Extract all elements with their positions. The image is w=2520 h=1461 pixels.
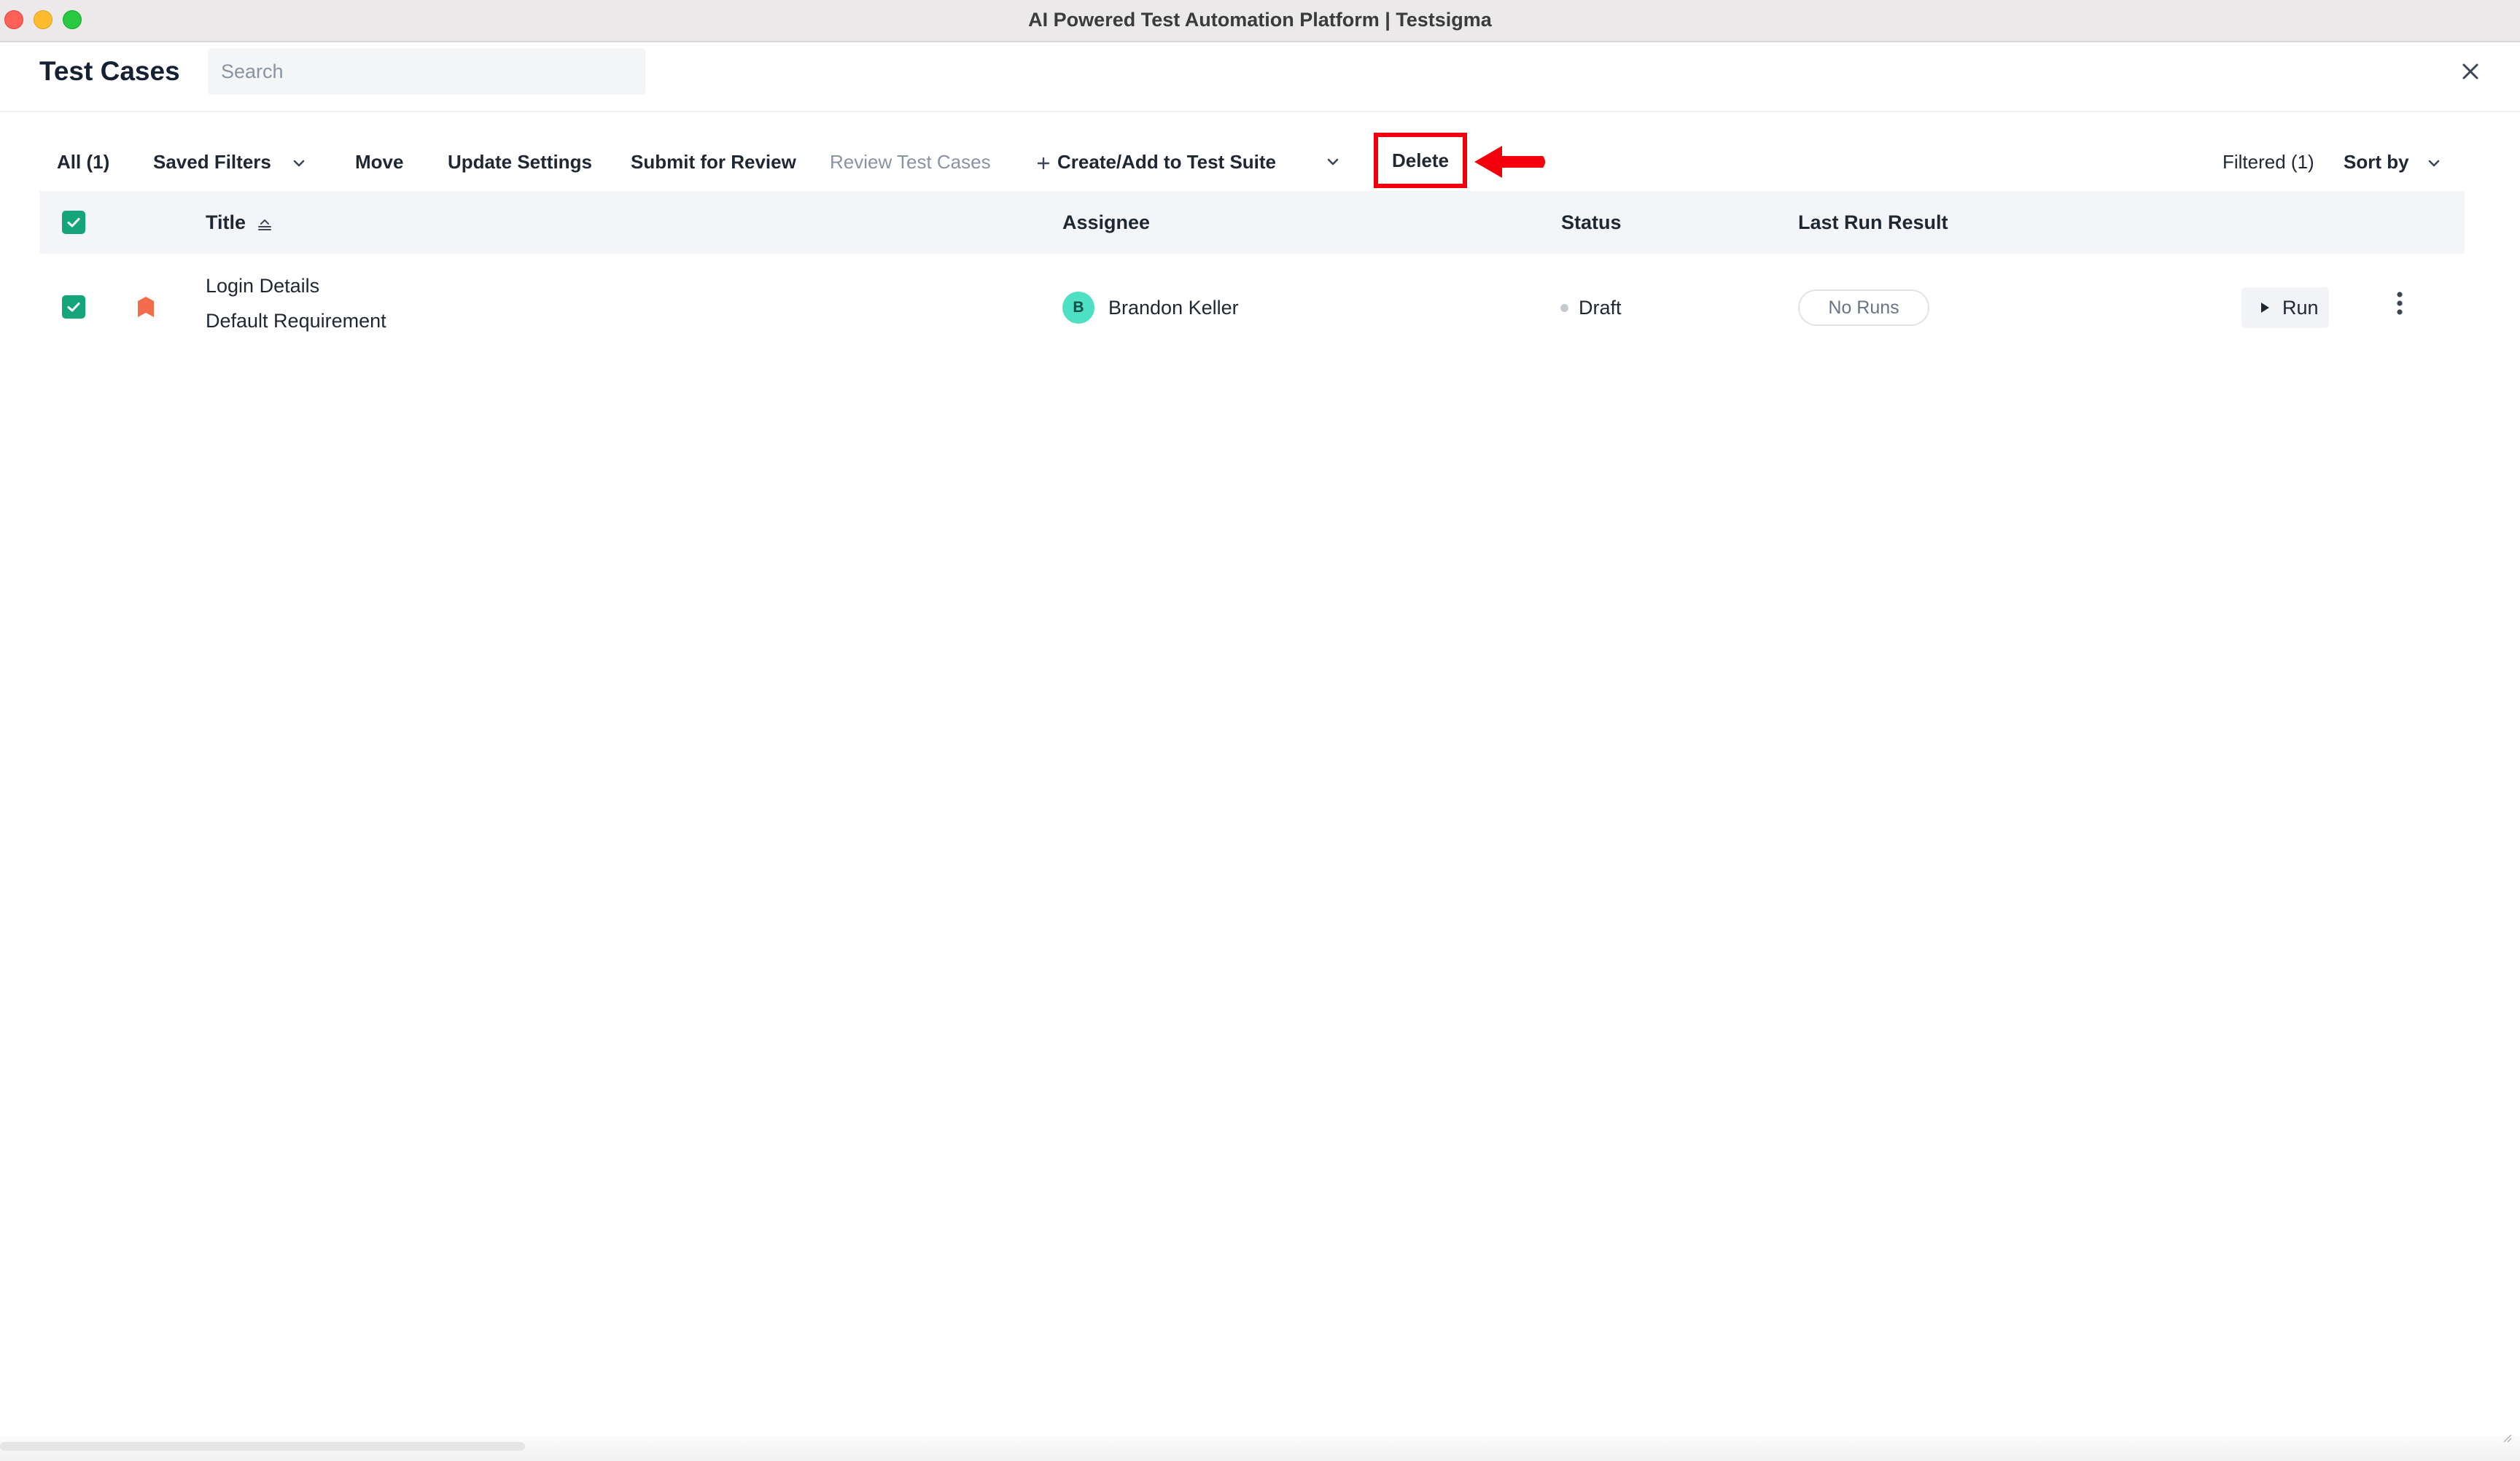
sort-by-dropdown[interactable]: Sort by	[2344, 146, 2443, 178]
more-options-icon[interactable]	[2389, 289, 2411, 321]
avatar: B	[1062, 292, 1094, 324]
move-button[interactable]: Move	[355, 146, 403, 178]
status-dot-icon	[1560, 304, 1568, 312]
page-title: Test Cases	[39, 56, 180, 86]
column-header-status[interactable]: Status	[1561, 191, 1622, 254]
horizontal-scrollbar[interactable]	[0, 1442, 525, 1451]
window-title: AI Powered Test Automation Platform | Te…	[1028, 9, 1492, 31]
filtered-count-button[interactable]: Filtered (1)	[2222, 146, 2314, 178]
assignee-name: Brandon Keller	[1108, 297, 1239, 319]
chevron-down-icon	[293, 160, 305, 167]
search-input[interactable]	[208, 48, 645, 95]
column-header-last-run-result[interactable]: Last Run Result	[1798, 191, 1948, 254]
checkmark-icon	[67, 218, 80, 227]
chevron-down-icon[interactable]	[1323, 152, 1342, 171]
update-settings-button[interactable]: Update Settings	[448, 146, 592, 178]
test-case-title-link[interactable]: Login Details	[206, 273, 319, 299]
column-header-assignee[interactable]: Assignee	[1062, 191, 1150, 254]
resize-grip-icon[interactable]	[2501, 1432, 2513, 1444]
delete-button[interactable]: Delete	[1374, 133, 1467, 188]
priority-flag-icon	[138, 297, 154, 317]
filter-all-tab[interactable]: All (1)	[57, 146, 109, 178]
play-icon	[2261, 303, 2269, 313]
checkmark-icon	[67, 303, 80, 312]
saved-filters-label: Saved Filters	[153, 151, 271, 173]
run-label: Run	[2282, 297, 2319, 319]
create-add-suite-button[interactable]: Create/Add to Test Suite	[1035, 146, 1276, 178]
saved-filters-dropdown[interactable]: Saved Filters	[153, 146, 308, 178]
chevron-down-icon	[2428, 160, 2440, 167]
annotation-arrow-icon	[1474, 146, 1545, 178]
sort-ascending-icon	[257, 219, 271, 230]
column-title-label: Title	[206, 211, 246, 233]
close-icon[interactable]	[2457, 58, 2484, 85]
last-run-result-badge: No Runs	[1798, 289, 1929, 326]
plus-icon	[1037, 157, 1050, 170]
status-badge: Draft	[1579, 297, 1622, 319]
column-header-title[interactable]: Title	[206, 191, 273, 254]
row-checkbox[interactable]	[62, 295, 85, 319]
create-add-suite-label: Create/Add to Test Suite	[1057, 151, 1277, 173]
header-divider	[0, 111, 2520, 112]
run-button[interactable]: Run	[2241, 287, 2329, 328]
review-test-cases-button[interactable]: Review Test Cases	[830, 146, 991, 178]
test-case-requirement: Default Requirement	[206, 310, 386, 332]
submit-for-review-button[interactable]: Submit for Review	[631, 146, 796, 178]
sort-by-label: Sort by	[2344, 151, 2409, 173]
select-all-checkbox[interactable]	[62, 211, 85, 234]
table-header	[39, 191, 2465, 254]
